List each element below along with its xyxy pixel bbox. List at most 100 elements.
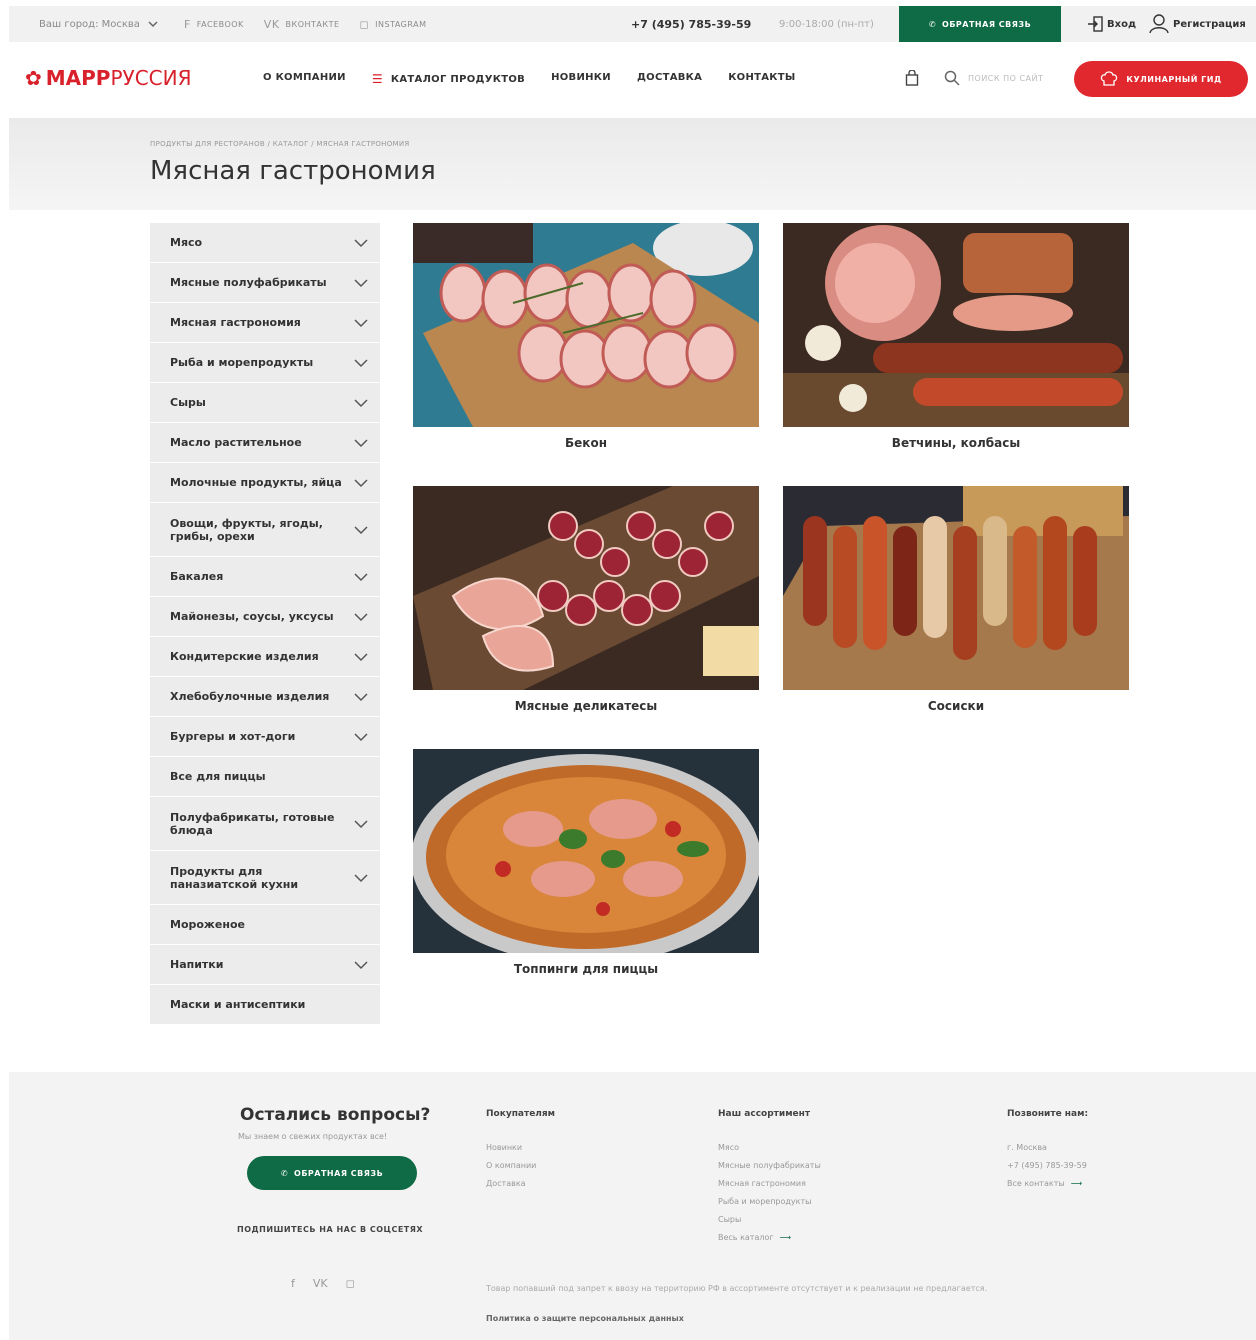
sidebar-item-label: Мороженое (170, 918, 245, 931)
sidebar-item[interactable]: Маски и антисептики (150, 985, 380, 1025)
sidebar-item-label: Продукты для паназиатской кухни (170, 864, 299, 891)
chevron-down-icon[interactable] (354, 478, 368, 488)
chevron-down-icon[interactable] (354, 238, 368, 248)
logo[interactable]: ✿ МАРР РУССИЯ (25, 66, 192, 90)
chevron-down-icon[interactable] (354, 692, 368, 702)
culinary-guide-button[interactable]: КУЛИНАРНЫЙ ГИД (1074, 61, 1248, 97)
footer-col-title: Наш ассортимент (718, 1109, 811, 1119)
vk-icon[interactable]: VK (313, 1277, 328, 1290)
footer-link[interactable]: Мясная гастрономия (718, 1175, 821, 1193)
footer-link[interactable]: Сыры (718, 1211, 821, 1229)
footer-link-all-contacts[interactable]: Все контакты ⟶ (1007, 1175, 1088, 1193)
sidebar-item[interactable]: Все для пиццы (150, 757, 380, 797)
sidebar-item-label: Майонезы, соусы, уксусы (170, 610, 334, 623)
phone-link[interactable]: +7 (495) 785-39-59 (631, 18, 751, 31)
chevron-down-icon[interactable] (354, 525, 368, 535)
chevron-down-icon[interactable] (354, 732, 368, 742)
login-link[interactable]: Вход (1087, 16, 1136, 32)
footer-link[interactable]: Доставка (486, 1175, 555, 1193)
logo-thin-text: РУССИЯ (110, 66, 192, 90)
sidebar-item[interactable]: Продукты для паназиатской кухни (150, 851, 380, 905)
nav-item-news[interactable]: НОВИНКИ (551, 72, 611, 86)
chevron-down-icon[interactable] (354, 278, 368, 288)
nav-item-delivery[interactable]: ДОСТАВКА (637, 72, 702, 86)
instagram-link[interactable]: INSTAGRAM (375, 20, 426, 29)
nav-item-about[interactable]: О КОМПАНИИ (263, 72, 346, 86)
footer-callback-button[interactable]: ✆ ОБРАТНАЯ СВЯЗЬ (247, 1156, 417, 1190)
footer-link[interactable]: Новинки (486, 1139, 555, 1157)
category-card[interactable]: Мясные деликатесы (413, 486, 759, 713)
sidebar-item[interactable]: Бакалея (150, 557, 380, 597)
sidebar-item[interactable]: Масло растительное (150, 423, 380, 463)
chevron-down-icon[interactable] (354, 398, 368, 408)
category-image[interactable] (783, 223, 1129, 427)
footer-link[interactable]: Мясо (718, 1139, 821, 1157)
footer-link-all-catalog[interactable]: Весь каталог ⟶ (718, 1229, 821, 1247)
sidebar-item[interactable]: Полуфабрикаты, готовые блюда (150, 797, 380, 851)
facebook-icon[interactable]: f (184, 18, 191, 31)
nav-item-catalog[interactable]: ☰ КАТАЛОГ ПРОДУКТОВ (372, 72, 525, 86)
facebook-link[interactable]: FACEBOOK (197, 20, 244, 29)
chevron-down-icon[interactable] (354, 358, 368, 368)
sidebar-item[interactable]: Мясо (150, 223, 380, 263)
chevron-down-icon[interactable] (354, 612, 368, 622)
login-label: Вход (1107, 18, 1137, 30)
sidebar-item[interactable]: Хлебобулочные изделия (150, 677, 380, 717)
cart-icon[interactable] (905, 69, 919, 90)
nav-item-contacts[interactable]: КОНТАКТЫ (728, 72, 795, 86)
category-image[interactable] (413, 486, 759, 690)
category-card[interactable]: Сосиски (783, 486, 1129, 713)
footer-link[interactable]: О компании (486, 1157, 555, 1175)
category-image[interactable] (413, 223, 759, 427)
footer-link[interactable]: Рыба и морепродукты (718, 1193, 821, 1211)
register-link[interactable]: Регистрация (1149, 14, 1246, 34)
category-caption[interactable]: Мясные деликатесы (413, 699, 759, 713)
callback-button[interactable]: ✆ ОБРАТНАЯ СВЯЗЬ (899, 6, 1061, 42)
category-image[interactable] (413, 749, 759, 953)
vk-icon[interactable]: VK (264, 18, 280, 31)
category-caption[interactable]: Бекон (413, 436, 759, 450)
privacy-policy-link[interactable]: Политика о защите персональных данных (486, 1314, 684, 1323)
sidebar-item[interactable]: Сыры (150, 383, 380, 423)
footer-social-links: f VK ◻ (291, 1277, 355, 1290)
footer-link[interactable]: Мясные полуфабрикаты (718, 1157, 821, 1175)
menu-burger-icon: ☰ (371, 72, 383, 86)
search-placeholder: ПОИСК ПО САЙТ (968, 73, 1044, 83)
sidebar-item[interactable]: Бургеры и хот-доги (150, 717, 380, 757)
vk-link[interactable]: ВКОНТАКТЕ (286, 20, 340, 29)
instagram-icon[interactable]: ◻ (360, 18, 370, 31)
city-selector[interactable]: Ваш город: Москва (39, 19, 158, 30)
sidebar-item[interactable]: Овощи, фрукты, ягоды, грибы, орехи (150, 503, 380, 557)
category-caption[interactable]: Топпинги для пиццы (413, 962, 759, 976)
category-card[interactable]: Ветчины, колбасы (783, 223, 1129, 450)
chevron-down-icon[interactable] (354, 652, 368, 662)
chevron-down-icon[interactable] (354, 960, 368, 970)
chevron-down-icon[interactable] (354, 572, 368, 582)
footer-col-title: Покупателям (486, 1109, 556, 1119)
breadcrumb[interactable]: ПРОДУКТЫ ДЛЯ РЕСТОРАНОВ / КАТАЛОГ / МЯСН… (150, 140, 410, 148)
facebook-icon[interactable]: f (291, 1277, 295, 1290)
sidebar-item[interactable]: Мороженое (150, 905, 380, 945)
category-caption[interactable]: Ветчины, колбасы (783, 436, 1129, 450)
sidebar-item[interactable]: Мясные полуфабрикаты (150, 263, 380, 303)
search-icon (944, 70, 960, 86)
category-card[interactable]: Топпинги для пиццы (413, 749, 759, 976)
sidebar-item[interactable]: Майонезы, соусы, уксусы (150, 597, 380, 637)
category-card[interactable]: Бекон (413, 223, 759, 450)
chevron-down-icon[interactable] (354, 819, 368, 829)
chevron-down-icon[interactable] (354, 318, 368, 328)
category-caption[interactable]: Сосиски (783, 699, 1129, 713)
sidebar-item[interactable]: Кондитерские изделия (150, 637, 380, 677)
header-search[interactable]: ПОИСК ПО САЙТ (944, 70, 1043, 86)
instagram-icon[interactable]: ◻ (346, 1277, 355, 1290)
chevron-down-icon[interactable] (354, 438, 368, 448)
sidebar-item[interactable]: Молочные продукты, яйца (150, 463, 380, 503)
chevron-down-icon[interactable] (354, 873, 368, 883)
category-image[interactable] (783, 486, 1129, 690)
sidebar-item[interactable]: Мясная гастрономия (150, 303, 380, 343)
sidebar-item-label: Рыба и морепродукты (170, 356, 314, 369)
footer-phone[interactable]: +7 (495) 785-39-59 (1007, 1157, 1088, 1175)
sidebar-item[interactable]: Рыба и морепродукты (150, 343, 380, 383)
phone-icon: ✆ (928, 19, 937, 29)
sidebar-item[interactable]: Напитки (150, 945, 380, 985)
